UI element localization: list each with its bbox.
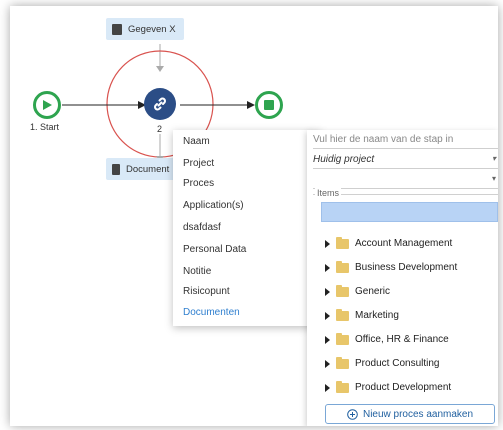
tree-item-label: Business Development — [355, 262, 458, 273]
link-icon — [154, 97, 166, 111]
tree-item-label: Product Consulting — [355, 358, 440, 369]
tree-item-generic[interactable]: Generic — [325, 284, 391, 297]
folder-icon — [336, 236, 349, 249]
tree-item-business-development[interactable]: Business Development — [325, 260, 458, 273]
tree-item-marketing[interactable]: Marketing — [325, 308, 399, 321]
chevron-down-icon: ▾ — [491, 174, 496, 183]
tree-item-label: Account Management — [355, 238, 453, 249]
menu-item-naam[interactable]: Naam — [183, 136, 210, 147]
menu-item-documenten[interactable]: Documenten — [183, 307, 240, 318]
menu-item-notitie[interactable]: Notitie — [183, 266, 211, 277]
name-field[interactable]: Vul hier de naam van de stap in — [313, 130, 498, 149]
tree-item-product-development[interactable]: Product Development — [325, 380, 452, 393]
step-node-number: 2 — [157, 124, 163, 134]
expand-arrow-icon — [325, 335, 330, 344]
new-process-button-label: Nieuw proces aanmaken — [362, 408, 474, 420]
expand-arrow-icon — [325, 383, 330, 392]
tree-item-label: Marketing — [355, 310, 399, 321]
data-node-gegeven-x[interactable]: Gegeven X — [106, 18, 184, 40]
tree-item-account-management[interactable]: Account Management — [325, 236, 453, 249]
end-node[interactable] — [255, 91, 283, 119]
menu-item-personal-data[interactable]: Personal Data — [183, 244, 246, 255]
items-label: Items — [315, 188, 342, 198]
properties-panel: Vul hier de naam van de stap in Huidig p… — [307, 130, 498, 426]
database-icon — [112, 23, 122, 35]
plus-circle-icon — [347, 408, 358, 420]
folder-icon — [336, 284, 349, 297]
play-icon — [43, 100, 52, 110]
start-node-label: 1. Start — [30, 122, 60, 132]
data-node-label: Gegeven X — [128, 23, 176, 35]
folder-icon — [336, 332, 349, 345]
tree-item-product-consulting[interactable]: Product Consulting — [325, 356, 440, 369]
menu-item-project[interactable]: Project — [183, 158, 214, 169]
project-select[interactable]: Huidig project ▾ — [313, 150, 498, 169]
process-select[interactable]: ▾ — [313, 170, 498, 189]
expand-arrow-icon — [325, 263, 330, 272]
step-node[interactable] — [144, 88, 176, 120]
menu-item-applications[interactable]: Application(s) — [183, 200, 244, 211]
tree-item-label: Generic — [355, 286, 391, 297]
start-node[interactable] — [33, 91, 61, 119]
chevron-down-icon: ▾ — [491, 154, 496, 163]
folder-icon — [336, 356, 349, 369]
step-properties-menu: Naam Project Proces Application(s) dsafd… — [173, 130, 321, 326]
expand-arrow-icon — [325, 359, 330, 368]
tree-item-office-hr-finance[interactable]: Office, HR & Finance — [325, 332, 449, 345]
menu-item-risicopunt[interactable]: Risicopunt — [183, 286, 230, 297]
folder-icon — [336, 260, 349, 273]
menu-item-dsafdasf[interactable]: dsafdasf — [183, 222, 221, 233]
process-canvas: Gegeven X 1. Start 2 Document Naam Proje… — [10, 6, 498, 426]
expand-arrow-icon — [325, 239, 330, 248]
expand-arrow-icon — [325, 287, 330, 296]
menu-item-proces[interactable]: Proces — [183, 178, 214, 189]
document-icon — [112, 163, 120, 175]
tree-item-label: Product Development — [355, 382, 452, 393]
folder-icon — [336, 308, 349, 321]
new-process-button[interactable]: Nieuw proces aanmaken — [325, 404, 495, 424]
data-node-label: Document — [126, 163, 170, 175]
project-select-value: Huidig project — [313, 153, 375, 165]
stop-icon — [264, 100, 274, 110]
items-search-highlight[interactable] — [321, 202, 498, 222]
name-field-placeholder: Vul hier de naam van de stap in — [313, 133, 454, 145]
expand-arrow-icon — [325, 311, 330, 320]
folder-icon — [336, 380, 349, 393]
tree-item-label: Office, HR & Finance — [355, 334, 449, 345]
